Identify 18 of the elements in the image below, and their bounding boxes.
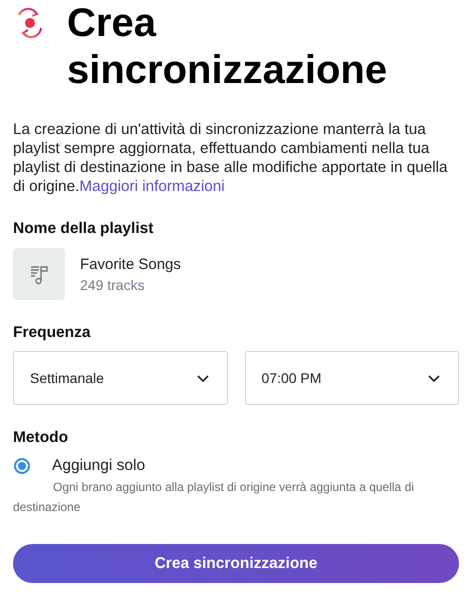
chevron-down-icon xyxy=(196,374,208,382)
dropdown-field[interactable]: Settimanale xyxy=(13,351,228,405)
dropdown-value: Settimanale xyxy=(30,370,104,386)
radio-button[interactable] xyxy=(14,458,30,474)
chevron-down-icon xyxy=(428,374,440,382)
more-info-link[interactable]: Maggiori informazioni xyxy=(79,178,225,195)
section-label: Frequenza xyxy=(13,324,92,342)
dropdown-field[interactable]: 07:00 PM xyxy=(244,351,459,405)
section-label: Nome della playlist xyxy=(13,220,154,238)
track-count: 249 tracks xyxy=(80,276,146,292)
page-title: Crea sincronizzazione xyxy=(67,0,388,94)
section-label: Metodo xyxy=(13,429,70,447)
option-label: Aggiungi solo xyxy=(52,457,146,475)
create-sync-button[interactable]: Crea sincronizzazione xyxy=(13,544,459,583)
dropdown-value: 07:00 PM xyxy=(262,370,322,386)
description-text: La creazione di un'attività di sincronizzazione manterrà la tua playlist sempre aggiornata, effettuando cambiamenti nella tua playlist di destinazione in base alle modifiche apportate in quella di origine.Maggiori informazioni xyxy=(13,120,449,196)
playlist-name: Favorite Songs xyxy=(80,256,181,272)
option-description: Ogni brano aggiunto alla playlist di origine verrà aggiunta a quella di destinazione xyxy=(13,479,415,516)
